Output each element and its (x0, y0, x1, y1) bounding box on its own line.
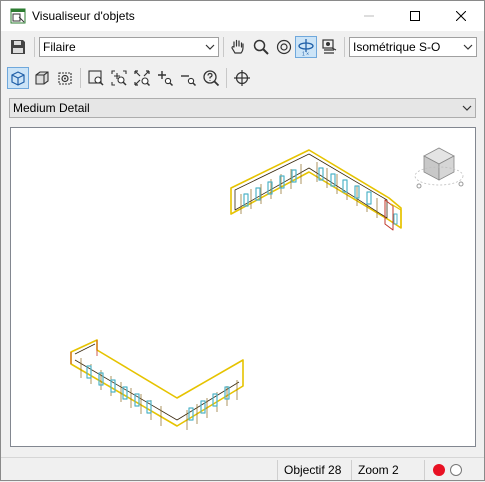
zoom-out-icon (181, 75, 197, 87)
toolbar-separator (344, 37, 345, 57)
orbit-badge-label: 1 × (302, 52, 309, 57)
visual-style-value: Filaire (43, 40, 76, 54)
visual-style-dropdown[interactable]: Filaire (39, 37, 219, 57)
viewport-canvas[interactable] (11, 128, 476, 447)
toolbar-separator (34, 37, 35, 57)
3d-viewport[interactable] (10, 127, 476, 447)
zoom-in-icon (158, 71, 174, 87)
minimize-icon (364, 15, 374, 17)
viewcube[interactable] (414, 147, 464, 189)
status-divider (277, 460, 278, 480)
crosshair-icon (234, 70, 250, 86)
status-divider (424, 460, 425, 480)
white-status-indicator-icon[interactable] (450, 464, 462, 476)
zoom-status: Zoom 2 (358, 463, 399, 477)
chevron-down-icon (205, 44, 215, 50)
visual-detail-value: Medium Detail (13, 101, 90, 115)
maximize-icon (410, 11, 420, 21)
orbit-arrows-icon: 1 × (298, 39, 314, 57)
status-divider (351, 460, 352, 480)
toolbar-separator (226, 68, 227, 88)
center-button[interactable] (231, 67, 253, 89)
toolbar-separator (223, 37, 224, 57)
objective-status: Objectif 28 (284, 463, 342, 477)
toolbar-top: Filaire 1 × Isométrique S-O (1, 33, 484, 61)
zoom-extents-button[interactable] (131, 67, 153, 89)
maximize-button[interactable] (392, 1, 438, 31)
camera-settings-icon (58, 72, 72, 85)
magnifier-icon (253, 39, 269, 55)
close-icon (456, 11, 466, 21)
wireframe-cube-icon (11, 71, 25, 86)
camera-icon (322, 39, 337, 54)
zoom-in-button[interactable] (154, 67, 176, 89)
zoom-out-button[interactable] (177, 67, 199, 89)
zoom-previous-button[interactable] (200, 67, 222, 89)
wireframe-cube-button[interactable] (7, 67, 29, 89)
close-button[interactable] (438, 1, 484, 31)
object-viewer-window: Visualiseur d'objets Filaire 1 × Isométr… (0, 0, 485, 481)
visual-detail-dropdown[interactable]: Medium Detail (9, 98, 476, 118)
save-icon (11, 40, 25, 54)
zoom-window-icon (88, 70, 104, 86)
shaded-cube-button[interactable] (31, 67, 53, 89)
chevron-down-icon (463, 44, 473, 50)
pan-button[interactable] (227, 36, 249, 58)
red-status-indicator-icon[interactable] (433, 464, 445, 476)
toolbar-separator (80, 68, 81, 88)
title-bar: Visualiseur d'objets (1, 1, 484, 31)
wall-object-upper[interactable] (230, 149, 402, 231)
pan-hand-icon (231, 39, 244, 54)
view-direction-value: Isométrique S-O (353, 40, 441, 54)
camera-button[interactable] (318, 36, 340, 58)
free-orbit-button[interactable]: 1 × (295, 36, 317, 58)
object-viewer-app-icon (10, 8, 26, 24)
camera-settings-button[interactable] (54, 67, 76, 89)
minimize-button[interactable] (346, 1, 392, 31)
shaded-cube-icon (35, 71, 49, 85)
chevron-down-icon (462, 105, 472, 111)
zoom-window-button[interactable] (85, 67, 107, 89)
zoom-center-icon (111, 70, 127, 86)
toolbar-bottom (1, 63, 484, 93)
zoom-center-button[interactable] (108, 67, 130, 89)
window-title: Visualiseur d'objets (32, 9, 135, 23)
wall-object-lower[interactable] (70, 339, 244, 430)
zoom-previous-icon (203, 70, 220, 87)
zoom-button[interactable] (250, 36, 272, 58)
status-bar: Objectif 28 Zoom 2 (1, 457, 484, 481)
orbit-button[interactable] (273, 36, 295, 58)
zoom-extents-icon (134, 70, 151, 87)
orbit-icon (276, 39, 292, 55)
view-direction-dropdown[interactable]: Isométrique S-O (349, 37, 477, 57)
save-button[interactable] (7, 36, 29, 58)
